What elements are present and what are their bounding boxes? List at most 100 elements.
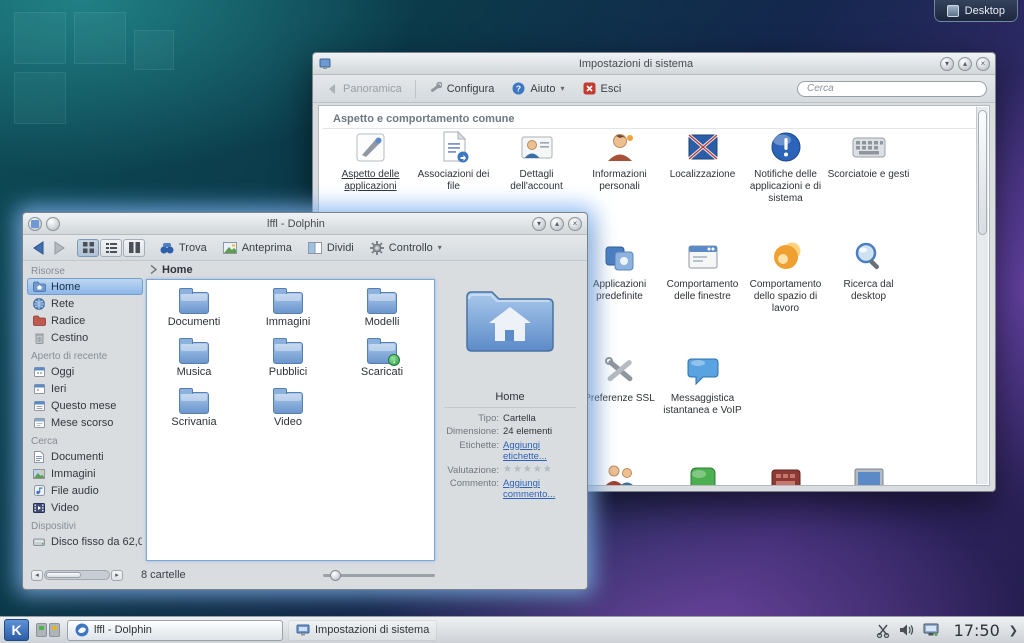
place-oggi[interactable]: Oggi: [27, 363, 143, 380]
close-button[interactable]: ×: [568, 217, 582, 231]
scroll-track[interactable]: [44, 570, 110, 580]
module-notifiche[interactable]: Notifiche delle applicazioni e di sistem…: [744, 128, 827, 204]
window-behavior-icon: [683, 238, 723, 276]
control-button[interactable]: Controllo ▾: [365, 239, 447, 257]
module-applicazioni-predefinite[interactable]: Applicazioni predefinite: [578, 238, 661, 314]
quit-icon: [583, 82, 596, 95]
overview-button[interactable]: Panoramica: [321, 81, 407, 97]
module-scorciatoie[interactable]: Scorciatoie e gesti: [827, 128, 910, 204]
folder-item[interactable]: Video: [241, 392, 335, 439]
settings-titlebar[interactable]: Impostazioni di sistema ▾ ▴ ×: [313, 53, 995, 75]
breadcrumb[interactable]: Home: [144, 261, 437, 278]
module-messaggistica[interactable]: Messaggistica istantanea e VoIP: [661, 352, 744, 417]
search-immagini[interactable]: Immagini: [27, 465, 143, 482]
module-comportamento-finestre[interactable]: Comportamento delle finestre: [661, 238, 744, 314]
taskbar-entry-dolphin[interactable]: lffl - Dolphin: [67, 620, 283, 641]
forward-button[interactable]: [52, 241, 67, 255]
places-horizontal-scrollbar[interactable]: ◂ ▸: [31, 569, 123, 581]
audio-icon: [32, 484, 46, 497]
device-disco-fisso[interactable]: Disco fisso da 62,0 Gi: [27, 533, 143, 550]
clock[interactable]: 17:50: [954, 621, 1000, 640]
home-folder-icon: [463, 283, 557, 357]
place-radice[interactable]: Radice: [27, 312, 143, 329]
display-network-icon[interactable]: [923, 623, 939, 637]
rating-stars[interactable]: ★★★★★: [503, 465, 553, 476]
svg-text:?: ?: [516, 84, 521, 94]
configure-button[interactable]: Configura: [424, 80, 500, 97]
panel-expander-icon[interactable]: ❯: [1009, 624, 1018, 637]
scroll-left-arrow[interactable]: ◂: [31, 570, 43, 581]
info-value: Cartella: [503, 413, 536, 424]
pager-desktop-2[interactable]: [49, 623, 60, 637]
add-tags-link[interactable]: Aggiungi etichette...: [503, 440, 579, 463]
module-aspetto-applicazioni[interactable]: Aspetto delle applicazioni: [329, 128, 412, 204]
folder-item[interactable]: Scrivania: [147, 392, 241, 439]
place-rete[interactable]: Rete: [27, 295, 143, 312]
breadcrumb-home[interactable]: Home: [162, 264, 193, 276]
minimize-button[interactable]: ▾: [532, 217, 546, 231]
pager-desktop-1[interactable]: [36, 623, 47, 637]
place-label: Documenti: [51, 451, 104, 463]
scrollbar-thumb[interactable]: [978, 110, 987, 235]
folder-home-icon: [32, 280, 46, 293]
folder-item[interactable]: Pubblici: [241, 342, 335, 389]
module-partial-3[interactable]: [744, 462, 827, 486]
klipper-scissors-icon[interactable]: [876, 623, 891, 638]
place-ieri[interactable]: Ieri: [27, 380, 143, 397]
place-home[interactable]: Home: [27, 278, 143, 295]
search-documenti[interactable]: Documenti: [27, 448, 143, 465]
place-cestino[interactable]: Cestino: [27, 329, 143, 346]
place-questo-mese[interactable]: Questo mese: [27, 397, 143, 414]
minimize-button[interactable]: ▾: [940, 57, 954, 71]
preview-button[interactable]: Anteprima: [218, 240, 297, 256]
module-ricerca-desktop[interactable]: Ricerca dal desktop: [827, 238, 910, 314]
module-partial-1[interactable]: [578, 462, 661, 486]
details-view-button[interactable]: [100, 239, 122, 257]
module-associazioni-file[interactable]: Associazioni dei file: [412, 128, 495, 204]
taskbar-entry-systemsettings[interactable]: Impostazioni di sistema: [288, 620, 437, 641]
folder-item[interactable]: ↓Scaricati: [335, 342, 429, 389]
window-menu-button[interactable]: [28, 217, 42, 231]
pager-icon[interactable]: [34, 623, 62, 637]
scroll-right-arrow[interactable]: ▸: [111, 570, 123, 581]
icons-view-button[interactable]: [77, 239, 99, 257]
module-informazioni-personali[interactable]: Informazioni personali: [578, 128, 661, 204]
back-button[interactable]: [31, 241, 46, 255]
desktop-toolbox[interactable]: Desktop: [934, 0, 1018, 22]
settings-scrollbar[interactable]: [976, 107, 988, 484]
module-partial-4[interactable]: [827, 462, 910, 486]
window-menu-icon: [31, 220, 39, 228]
search-video[interactable]: Video: [27, 499, 143, 516]
search-input[interactable]: [797, 81, 987, 97]
search-file-audio[interactable]: File audio: [27, 482, 143, 499]
folder-item[interactable]: Musica: [147, 342, 241, 389]
slider-handle[interactable]: [330, 570, 341, 581]
folder-item[interactable]: Modelli: [335, 292, 429, 339]
maximize-button[interactable]: ▴: [958, 57, 972, 71]
columns-view-button[interactable]: [123, 239, 145, 257]
pin-button[interactable]: [46, 217, 60, 231]
folder-item[interactable]: Documenti: [147, 292, 241, 339]
help-button[interactable]: ? Aiuto ▾: [507, 80, 569, 97]
find-button[interactable]: Trova: [155, 240, 212, 256]
desktop-toolbox-icon: [947, 5, 959, 17]
add-comment-link[interactable]: Aggiungi commento...: [503, 478, 569, 501]
desktop[interactable]: Desktop Impostazioni di sistema ▾ ▴ × Pa…: [0, 0, 1024, 643]
module-localizzazione[interactable]: Localizzazione: [661, 128, 744, 204]
zoom-slider[interactable]: [323, 569, 435, 582]
volume-icon[interactable]: [899, 623, 915, 637]
quit-button[interactable]: Esci: [578, 80, 627, 97]
folder-view[interactable]: Documenti Immagini Modelli Musica Pubbli…: [146, 279, 435, 561]
module-partial-2[interactable]: [661, 462, 744, 486]
maximize-button[interactable]: ▴: [550, 217, 564, 231]
kickoff-launcher-button[interactable]: K: [4, 619, 29, 641]
module-preferenze-ssl[interactable]: Preferenze SSL: [578, 352, 661, 417]
dolphin-titlebar[interactable]: lffl - Dolphin ▾ ▴ ×: [23, 213, 587, 235]
module-comportamento-spazio-lavoro[interactable]: Comportamento dello spazio di lavoro: [744, 238, 827, 314]
scroll-thumb[interactable]: [46, 572, 81, 578]
split-button[interactable]: Dividi: [303, 240, 359, 256]
folder-item[interactable]: Immagini: [241, 292, 335, 339]
module-dettagli-account[interactable]: Dettagli dell'account: [495, 128, 578, 204]
place-mese-scorso[interactable]: Mese scorso: [27, 414, 143, 431]
close-button[interactable]: ×: [976, 57, 990, 71]
